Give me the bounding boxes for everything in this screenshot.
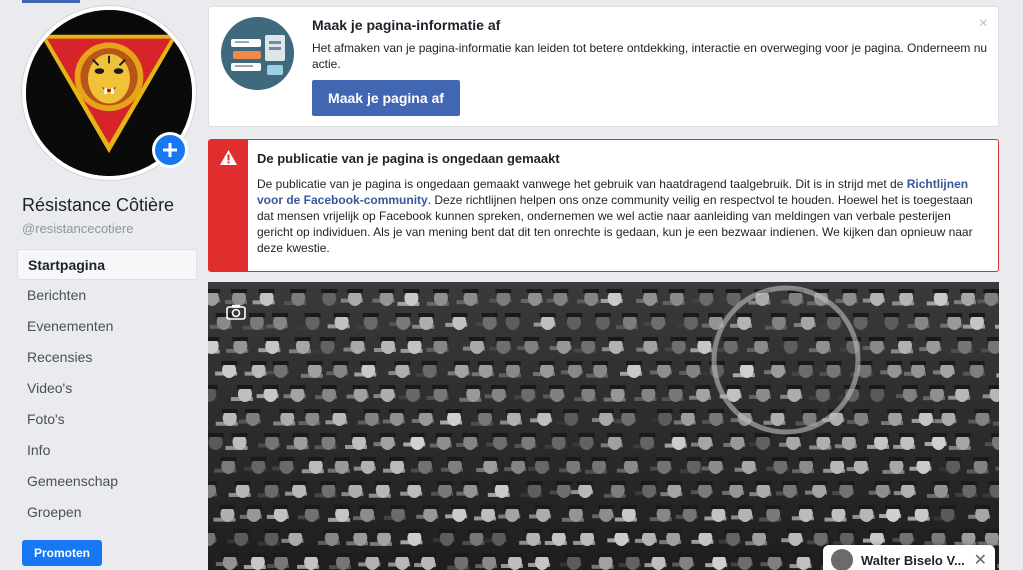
cover-photo[interactable] — [208, 282, 999, 570]
warning-title: De publicatie van je pagina is ongedaan … — [257, 151, 560, 166]
nav-item-videos[interactable]: Video's — [17, 373, 197, 404]
page-info-card: Maak je pagina-informatie af Het afmaken… — [208, 6, 999, 127]
page-name[interactable]: Résistance Côtière — [22, 195, 174, 216]
page-handle[interactable]: @resistancecotiere — [22, 221, 133, 236]
camera-icon[interactable] — [226, 304, 246, 320]
nav-item-fotos[interactable]: Foto's — [17, 404, 197, 435]
chat-avatar — [831, 549, 853, 570]
chat-contact-name[interactable]: Walter Biselo V... — [861, 553, 968, 568]
warning-body: De publicatie van je pagina is ongedaan … — [257, 176, 989, 256]
warning-sidebar — [209, 140, 248, 271]
nav-item-info[interactable]: Info — [17, 435, 197, 466]
promote-button[interactable]: Promoten — [22, 540, 102, 566]
close-icon[interactable]: × — [979, 15, 988, 33]
info-card-title: Maak je pagina-informatie af — [312, 17, 501, 33]
nav-item-gemeenschap[interactable]: Gemeenschap — [17, 466, 197, 497]
chat-tab[interactable]: Walter Biselo V... ✕ — [823, 545, 995, 570]
nav-item-evenementen[interactable]: Evenementen — [17, 311, 197, 342]
crowd-photo — [208, 282, 999, 570]
complete-page-button[interactable]: Maak je pagina af — [312, 80, 460, 116]
add-photo-button[interactable] — [152, 132, 188, 168]
page-info-illustration — [221, 17, 294, 90]
unpublished-warning-card: De publicatie van je pagina is ongedaan … — [208, 139, 999, 272]
nav-item-berichten[interactable]: Berichten — [17, 280, 197, 311]
close-icon[interactable]: ✕ — [974, 550, 987, 570]
info-card-description: Het afmaken van je pagina-informatie kan… — [312, 41, 988, 71]
page-nav: Startpagina Berichten Evenementen Recens… — [17, 249, 197, 528]
warning-triangle-icon — [220, 150, 237, 165]
top-accent-bar — [22, 0, 80, 3]
warning-body-text: De publicatie van je pagina is ongedaan … — [257, 177, 907, 191]
nav-item-groepen[interactable]: Groepen — [17, 497, 197, 528]
plus-icon — [163, 143, 177, 157]
nav-item-recensies[interactable]: Recensies — [17, 342, 197, 373]
profile-picture-container — [22, 6, 196, 180]
nav-item-startpagina[interactable]: Startpagina — [17, 249, 197, 280]
